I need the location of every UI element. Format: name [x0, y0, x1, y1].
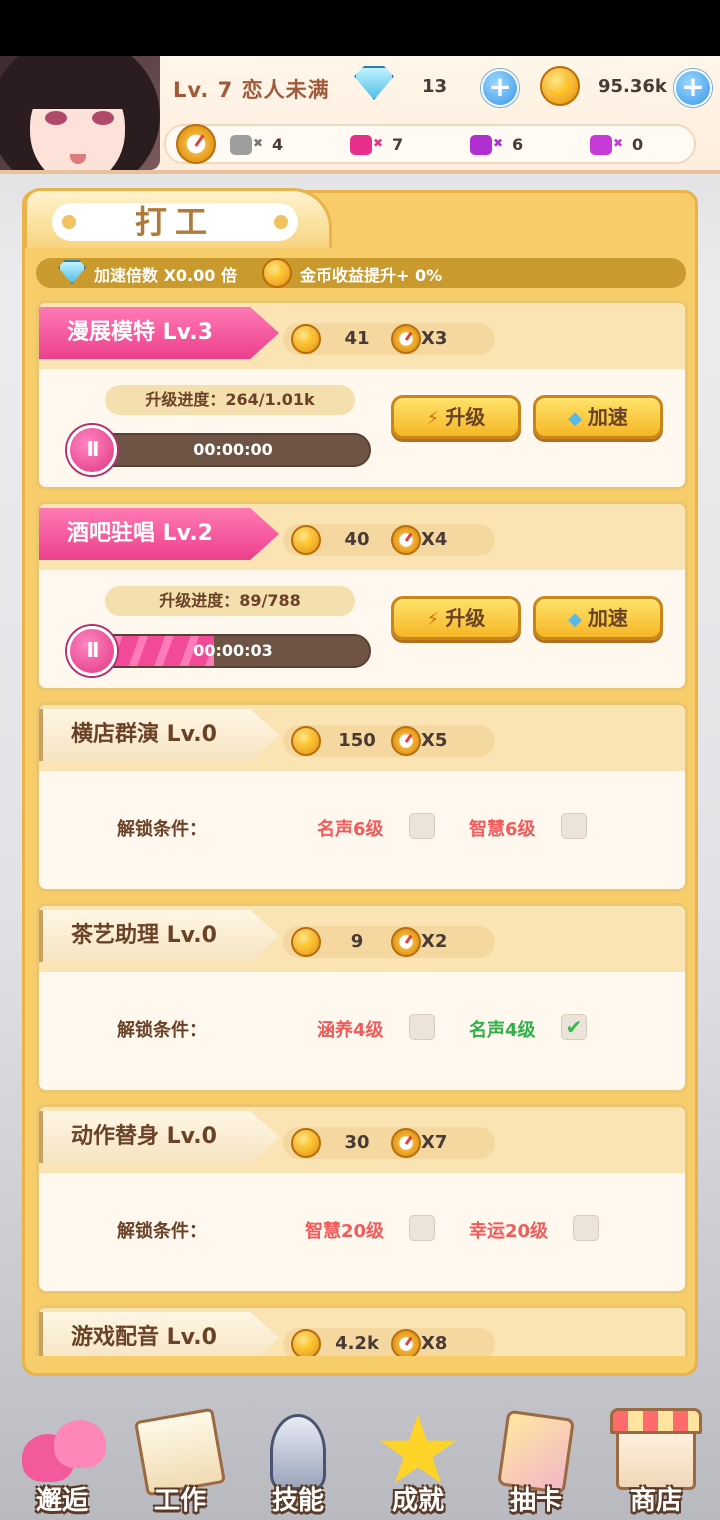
- upgrade-progress-label: 升级进度：89/788: [105, 586, 355, 616]
- nav-work[interactable]: 工作: [122, 1400, 238, 1520]
- unlock-condition: 涵养4级: [317, 1020, 384, 1041]
- nav-skills[interactable]: 技能: [240, 1400, 356, 1520]
- stopwatch-icon: [391, 324, 421, 354]
- job-reward: 🌙 41 X3: [283, 323, 495, 355]
- job-reward: 🌙 40 X4: [283, 524, 495, 556]
- stopwatch-icon: [176, 124, 216, 164]
- hearts-icon: [22, 1414, 106, 1490]
- upgrade-progress-label: 升级进度：264/1.01k: [105, 385, 355, 415]
- gold-coin-icon: 🌙: [291, 1329, 321, 1356]
- coin-counter: 🌙 95.36k: [540, 66, 680, 106]
- pause-button[interactable]: II: [67, 626, 117, 676]
- upgrade-button[interactable]: ⚡ 升级: [391, 395, 521, 439]
- unlock-condition: 智慧6级: [469, 819, 536, 840]
- job-card: 酒吧驻唱 Lv.2 🌙 40 X4 升级进度：89/788 00:00:03 I…: [36, 501, 688, 691]
- speed-up-button[interactable]: ◆ 加速: [533, 395, 663, 439]
- player-avatar[interactable]: [0, 56, 160, 170]
- panel-title: 打工: [52, 203, 298, 241]
- coin-count: 95.36k: [598, 76, 667, 97]
- job-title: 横店群演 Lv.0: [39, 709, 279, 761]
- nav-achievements[interactable]: 成就: [360, 1400, 476, 1520]
- lightning-icon: ⚡: [426, 609, 440, 630]
- bonus-bar: 加速倍数 X0.00 倍 🌙 金币收益提升+ 0%: [36, 258, 686, 288]
- purple-ticket-icon: [470, 135, 492, 155]
- gold-coin-icon: 🌙: [291, 525, 321, 555]
- nav-encounter[interactable]: 邂逅: [4, 1400, 120, 1520]
- gold-coin-icon: 🌙: [262, 258, 292, 288]
- unlock-condition: 名声6级: [317, 819, 384, 840]
- job-timer-text: 00:00:00: [193, 440, 273, 459]
- speed-up-button[interactable]: ◆ 加速: [533, 596, 663, 640]
- lightning-icon: ⚡: [426, 408, 440, 429]
- violet-ticket-icon: [590, 135, 612, 155]
- diamond-icon: [58, 260, 86, 286]
- job-card-locked: 动作替身 Lv.0 🌙 30 X7 解锁条件： 智慧20级 幸运20级: [36, 1104, 688, 1294]
- shop-awning: [610, 1408, 702, 1434]
- job-card: 漫展模特 Lv.3 🌙 41 X3 升级进度：264/1.01k 00:00:0…: [36, 300, 688, 490]
- job-title: 茶艺助理 Lv.0: [39, 910, 279, 962]
- upgrade-button[interactable]: ⚡ 升级: [391, 596, 521, 640]
- unlock-conditions-label: 解锁条件：: [117, 1020, 207, 1041]
- job-card-locked: 游戏配音 Lv.0 🌙 4.2k X8: [36, 1305, 688, 1356]
- gold-coin-icon: 🌙: [291, 726, 321, 756]
- gold-bonus-text: 金币收益提升+ 0%: [300, 266, 443, 285]
- nav-gacha[interactable]: 抽卡: [478, 1400, 594, 1520]
- unlock-condition: 名声4级: [469, 1020, 536, 1041]
- player-level: Lv. 7 恋人未满: [173, 78, 330, 102]
- diamond-count: 13: [422, 76, 448, 97]
- condition-checkbox: [561, 813, 587, 839]
- pink-ticket-icon: [350, 135, 372, 155]
- condition-checkbox: [409, 813, 435, 839]
- condition-check-icon: ✔: [561, 1014, 587, 1040]
- job-reward: 🌙 4.2k X8: [283, 1328, 495, 1356]
- job-timer-bar: 00:00:03: [95, 634, 371, 668]
- ticket-bar: ✖ 4 ✖ 7 ✖ 6 ✖ 0: [164, 124, 696, 164]
- add-diamonds-button[interactable]: +: [481, 69, 519, 107]
- condition-checkbox: [573, 1215, 599, 1241]
- job-title: 游戏配音 Lv.0: [39, 1312, 279, 1356]
- add-coins-button[interactable]: +: [674, 69, 712, 107]
- job-card-locked: 横店群演 Lv.0 🌙 150 X5 解锁条件： 名声6级 智慧6级: [36, 702, 688, 892]
- pause-button[interactable]: II: [67, 425, 117, 475]
- job-reward: 🌙 150 X5: [283, 725, 495, 757]
- job-card-locked: 茶艺助理 Lv.0 🌙 9 X2 解锁条件： 涵养4级 名声4级 ✔: [36, 903, 688, 1093]
- gold-coin-icon: 🌙: [291, 1128, 321, 1158]
- nav-shop[interactable]: 商店: [598, 1400, 714, 1520]
- gray-ticket-icon: [230, 135, 252, 155]
- gold-coin-icon: 🌙: [291, 324, 321, 354]
- gold-coin-icon: 🌙: [540, 66, 580, 106]
- microphone-icon: [270, 1414, 326, 1490]
- job-reward: 🌙 30 X7: [283, 1127, 495, 1159]
- stopwatch-icon: [391, 726, 421, 756]
- job-timer-bar: 00:00:00: [95, 433, 371, 467]
- stopwatch-icon: [391, 525, 421, 555]
- job-title: 动作替身 Lv.0: [39, 1111, 279, 1163]
- bottom-nav: 邂逅 工作 技能 成就 抽卡 商店: [0, 1400, 720, 1520]
- unlock-condition: 幸运20级: [469, 1221, 549, 1242]
- job-title: 漫展模特 Lv.3: [39, 307, 279, 359]
- gold-coin-icon: 🌙: [291, 927, 321, 957]
- diamond-icon: ◆: [568, 609, 582, 630]
- stopwatch-icon: [391, 1128, 421, 1158]
- star-icon: [379, 1414, 457, 1484]
- condition-checkbox: [409, 1215, 435, 1241]
- unlock-conditions-label: 解锁条件：: [117, 1221, 207, 1242]
- status-bar: [0, 0, 720, 56]
- stopwatch-icon: [391, 1329, 421, 1356]
- job-timer-text: 00:00:03: [193, 641, 273, 660]
- unlock-conditions-label: 解锁条件：: [117, 819, 207, 840]
- condition-checkbox: [409, 1014, 435, 1040]
- diamond-icon: ◆: [568, 408, 582, 429]
- job-list[interactable]: 漫展模特 Lv.3 🌙 41 X3 升级进度：264/1.01k 00:00:0…: [36, 300, 688, 1356]
- job-reward: 🌙 9 X2: [283, 926, 495, 958]
- speed-multiplier-text: 加速倍数 X0.00 倍: [94, 266, 237, 285]
- unlock-condition: 智慧20级: [305, 1221, 385, 1242]
- diamond-icon: [354, 66, 396, 108]
- stopwatch-icon: [391, 927, 421, 957]
- job-title: 酒吧驻唱 Lv.2: [39, 508, 279, 560]
